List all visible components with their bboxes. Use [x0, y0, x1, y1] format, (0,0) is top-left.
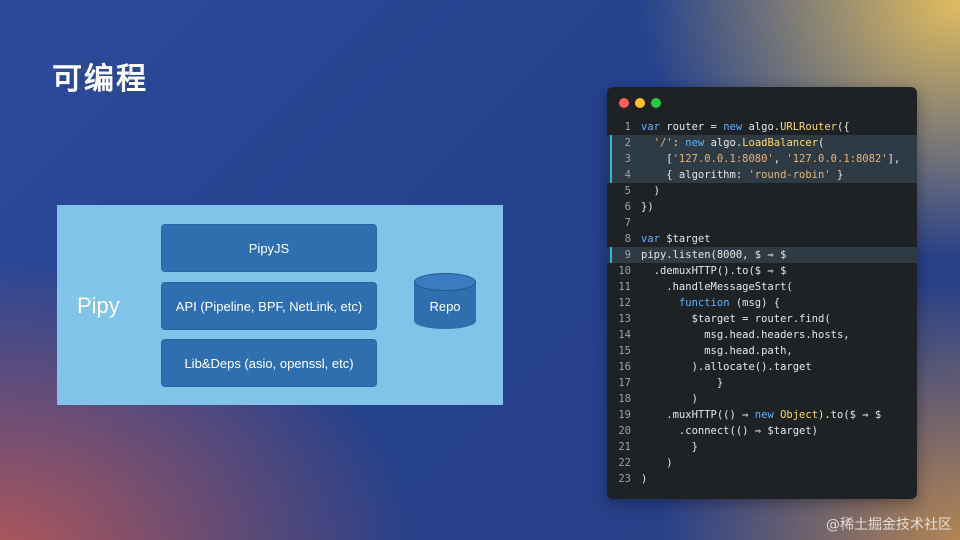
code-text: }): [641, 201, 654, 213]
code-text: .handleMessageStart(: [641, 281, 793, 293]
line-number: 12: [618, 297, 631, 309]
code-line: 6}): [607, 199, 917, 215]
watermark: @稀土掘金技术社区: [826, 517, 952, 533]
code-text: function (msg) {: [678, 297, 781, 309]
code-text: '/': new algo.LoadBalancer(: [653, 137, 825, 149]
line-number: 7: [624, 217, 631, 229]
pipyjs-layer: PipyJS: [161, 224, 377, 272]
code-text: var router = new algo.URLRouter({: [641, 121, 850, 133]
code-text: msg.head.headers.hosts,: [641, 329, 850, 341]
minimize-dot-icon[interactable]: [635, 98, 645, 108]
line-number: 22: [618, 457, 631, 469]
line-number: 11: [618, 281, 631, 293]
code-text: ['127.0.0.1:8080', '127.0.0.1:8082'],: [641, 153, 901, 165]
code-text: ): [641, 457, 673, 469]
code-line: 22 ): [607, 455, 917, 471]
code-text: }: [641, 441, 698, 453]
code-text: pipy.listen(8000, $ ⇒ $: [641, 249, 787, 261]
code-text: { algorithm: 'round-robin' }: [641, 169, 844, 181]
line-number: 8: [624, 233, 631, 245]
code-line: 10 .demuxHTTP().to($ ⇒ $: [607, 263, 917, 279]
libdeps-layer: Lib&Deps (asio, openssl, etc): [161, 339, 377, 387]
line-number: 10: [618, 265, 631, 277]
line-number: 19: [618, 409, 631, 421]
close-dot-icon[interactable]: [619, 98, 629, 108]
repo-cylinder-top: [414, 273, 476, 291]
line-number: 9: [624, 249, 631, 261]
code-text: .demuxHTTP().to($ ⇒ $: [641, 265, 787, 277]
line-number: 14: [618, 329, 631, 341]
code-text: msg.head.path,: [641, 345, 793, 357]
code-text: ): [641, 185, 660, 197]
code-line: 16 ).allocate().target: [607, 359, 917, 375]
api-layer: API (Pipeline, BPF, NetLink, etc): [161, 282, 377, 330]
code-line: 14 msg.head.headers.hosts,: [607, 327, 917, 343]
line-number: 23: [618, 473, 631, 485]
code-text: var $target: [641, 233, 711, 245]
code-text: ): [641, 393, 698, 405]
code-line: 2 '/': new algo.LoadBalancer(: [607, 135, 917, 151]
maximize-dot-icon[interactable]: [651, 98, 661, 108]
code-line: 23): [607, 471, 917, 487]
code-line: 15 msg.head.path,: [607, 343, 917, 359]
slide-title: 可编程: [52, 62, 148, 97]
line-number: 21: [618, 441, 631, 453]
line-number: 5: [624, 185, 631, 197]
code-text: ).allocate().target: [641, 361, 812, 373]
code-line: 20 .connect(() ⇒ $target): [607, 423, 917, 439]
code-text: }: [641, 377, 724, 389]
code-line: 13 $target = router.find(: [607, 311, 917, 327]
code-text: ): [641, 473, 648, 485]
code-line: 3 ['127.0.0.1:8080', '127.0.0.1:8082'],: [607, 151, 917, 167]
code-line: 18 ): [607, 391, 917, 407]
code-line: 12 function (msg) {: [607, 295, 917, 311]
code-line: 8 var $target: [607, 231, 917, 247]
line-number: 13: [618, 313, 631, 325]
line-number: 2: [624, 137, 631, 149]
code-line: 4 { algorithm: 'round-robin' }: [607, 167, 917, 183]
line-number: 3: [624, 153, 631, 165]
line-number: 16: [618, 361, 631, 373]
line-number: 4: [624, 169, 631, 181]
code-editor-window: 1 var router = new algo.URLRouter({ 2 '/':…: [607, 87, 917, 499]
line-number: 15: [618, 345, 631, 357]
code-line: 7: [607, 215, 917, 231]
line-number: 17: [618, 377, 631, 389]
code-line: 5 ): [607, 183, 917, 199]
code-line: 19 .muxHTTP(() ⇒ new Object).to($ ⇒ $: [607, 407, 917, 423]
line-number: 20: [618, 425, 631, 437]
code-line: 11 .handleMessageStart(: [607, 279, 917, 295]
code-line: 21 }: [607, 439, 917, 455]
pipy-architecture-diagram: Pipy PipyJS API (Pipeline, BPF, NetLink,…: [57, 205, 503, 405]
code-line: 1 var router = new algo.URLRouter({: [607, 119, 917, 135]
line-number: 6: [624, 201, 631, 213]
code-line: 17 }: [607, 375, 917, 391]
pipy-label: Pipy: [77, 293, 120, 318]
code-text: .connect(() ⇒ $target): [641, 425, 819, 437]
code-text: $target = router.find(: [641, 313, 831, 325]
repo-cylinder: Repo: [414, 273, 476, 337]
code-listing: 1 var router = new algo.URLRouter({ 2 '/':…: [607, 119, 917, 487]
line-number: 1: [624, 121, 631, 133]
line-number: 18: [618, 393, 631, 405]
code-line: 9 pipy.listen(8000, $ ⇒ $: [607, 247, 917, 263]
repo-label: Repo: [429, 299, 461, 314]
window-controls: [619, 98, 661, 108]
code-text: .muxHTTP(() ⇒ new Object).to($ ⇒ $: [641, 409, 882, 421]
